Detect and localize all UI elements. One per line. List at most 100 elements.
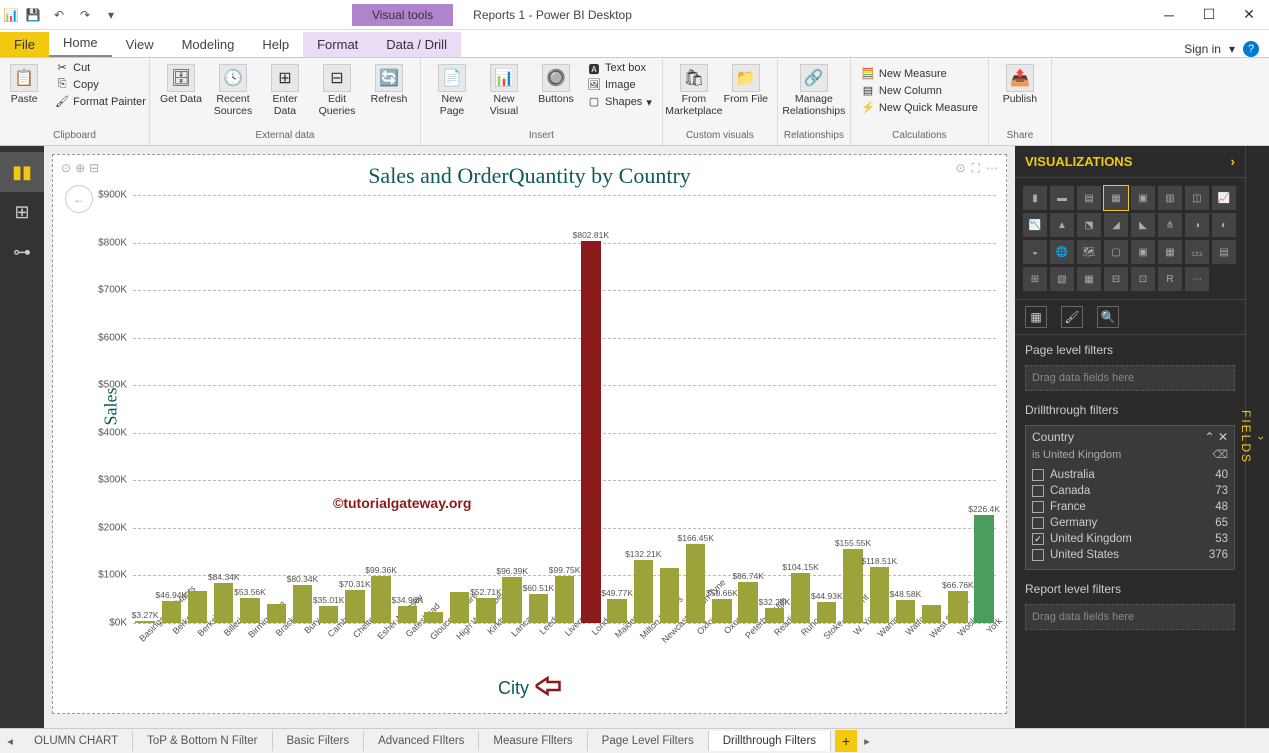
- viz-type-icon[interactable]: ▦: [1104, 186, 1128, 210]
- close-button[interactable]: ✕: [1229, 0, 1269, 30]
- drill-back-icon[interactable]: ←: [65, 185, 93, 213]
- analytics-tab[interactable]: 🔍: [1097, 306, 1119, 328]
- bar-cambridge[interactable]: $35.01KCambridge: [317, 195, 341, 623]
- bar-kirkby[interactable]: $52.71KKirkby: [474, 195, 498, 623]
- collapse-pane-icon[interactable]: ›: [1231, 154, 1235, 169]
- viz-type-icon[interactable]: ▬: [1050, 186, 1074, 210]
- sheet-tab-advanced-filters[interactable]: Advanced FIlters: [364, 731, 479, 751]
- drill-toggle-icon[interactable]: ⊕: [75, 161, 85, 175]
- viz-type-icon[interactable]: ▣: [1131, 186, 1155, 210]
- format-tab[interactable]: 🖌: [1061, 306, 1083, 328]
- checkbox-icon[interactable]: [1032, 469, 1044, 481]
- viz-type-icon[interactable]: ◫: [1185, 186, 1209, 210]
- textbox-button[interactable]: 🅰Text box: [583, 60, 656, 76]
- expand-icon[interactable]: ⊟: [89, 161, 99, 175]
- new-measure-button[interactable]: 🧮New Measure: [857, 66, 982, 82]
- help-icon[interactable]: ?: [1243, 41, 1259, 57]
- viz-type-icon[interactable]: ⬔: [1077, 213, 1101, 237]
- viz-type-icon[interactable]: R: [1158, 267, 1182, 291]
- bar-oxon[interactable]: $50.66KOxon: [710, 195, 734, 623]
- bar-leeds[interactable]: $60.51KLeeds: [526, 195, 550, 623]
- more-options-icon[interactable]: ⋯: [986, 161, 998, 176]
- bar-woolston[interactable]: $66.76KWoolston: [946, 195, 970, 623]
- viz-type-icon[interactable]: ⋯: [1185, 267, 1209, 291]
- recent-sources-button[interactable]: 🕓Recent Sources: [208, 60, 258, 121]
- viz-type-icon[interactable]: ▤: [1212, 240, 1236, 264]
- viz-type-icon[interactable]: 📉: [1023, 213, 1047, 237]
- bar-london[interactable]: $802.81KLondon: [579, 195, 603, 623]
- viz-type-icon[interactable]: ▢: [1104, 240, 1128, 264]
- tab-help[interactable]: Help: [248, 32, 303, 57]
- viz-type-icon[interactable]: ▥: [1158, 186, 1182, 210]
- paste-button[interactable]: 📋Paste: [0, 60, 49, 110]
- drill-down-icon[interactable]: ⊙: [956, 161, 966, 176]
- undo-icon[interactable]: ↶: [48, 4, 70, 26]
- checkbox-icon[interactable]: [1032, 517, 1044, 529]
- checkbox-icon[interactable]: ✓: [1032, 533, 1044, 545]
- manage-relationships-button[interactable]: 🔗Manage Relationships: [789, 60, 839, 121]
- bar-peterborough[interactable]: $86.74KPeterborough: [736, 195, 760, 623]
- tab-data-drill[interactable]: Data / Drill: [372, 32, 461, 57]
- bar-newcastle-upon-tyne[interactable]: Newcastle upon Tyne: [657, 195, 681, 623]
- viz-type-icon[interactable]: ▲: [1050, 213, 1074, 237]
- viz-type-icon[interactable]: ⊡: [1131, 267, 1155, 291]
- viz-type-icon[interactable]: ▧: [1050, 267, 1074, 291]
- report-view-icon[interactable]: ▮▮: [0, 152, 44, 192]
- viz-type-icon[interactable]: ▣: [1131, 240, 1155, 264]
- filter-item-united-kingdom[interactable]: ✓United Kingdom53: [1032, 531, 1228, 547]
- tab-modeling[interactable]: Modeling: [168, 32, 249, 57]
- sheet-tab-basic-filters[interactable]: Basic Filters: [273, 731, 365, 751]
- bar-basingstoke-hants[interactable]: $3.27KBasingstoke Hants: [133, 195, 157, 623]
- file-tab[interactable]: File: [0, 32, 49, 57]
- tab-home[interactable]: Home: [49, 30, 112, 57]
- bar-gateshead[interactable]: $34.96KGateshead: [395, 195, 419, 623]
- from-file-button[interactable]: 📁From File: [721, 60, 771, 110]
- remove-filter-icon[interactable]: ✕: [1218, 430, 1228, 444]
- enter-data-button[interactable]: ⊞Enter Data: [260, 60, 310, 121]
- bar-birmingham[interactable]: $53.56KBirmingham: [238, 195, 262, 623]
- bar-watford[interactable]: $48.58KWatford: [893, 195, 917, 623]
- viz-type-icon[interactable]: ▮: [1023, 186, 1047, 210]
- bar-cheltenham[interactable]: $70.31KCheltenham: [343, 195, 367, 623]
- add-sheet-button[interactable]: +: [835, 730, 857, 752]
- filter-item-united-states[interactable]: United States376: [1032, 547, 1228, 563]
- viz-type-icon[interactable]: ▦: [1077, 267, 1101, 291]
- save-icon[interactable]: 💾: [22, 4, 44, 26]
- filter-item-france[interactable]: France48: [1032, 499, 1228, 515]
- checkbox-icon[interactable]: [1032, 485, 1044, 497]
- sheet-next-icon[interactable]: ▸: [857, 734, 877, 748]
- bar-york[interactable]: $226.4KYork: [972, 195, 996, 623]
- redo-icon[interactable]: ↷: [74, 4, 96, 26]
- new-visual-button[interactable]: 📊New Visual: [479, 60, 529, 121]
- viz-type-icon[interactable]: ◑: [1185, 213, 1209, 237]
- country-filter-card[interactable]: Country ⌃ ✕ is United Kingdom ⌫ Australi…: [1025, 425, 1235, 570]
- focus-mode-icon[interactable]: ⛶: [972, 161, 980, 176]
- sheet-tab-measure-fllters[interactable]: Measure Fllters: [479, 731, 587, 751]
- filter-item-australia[interactable]: Australia40: [1032, 467, 1228, 483]
- cut-button[interactable]: ✂Cut: [51, 60, 150, 76]
- checkbox-icon[interactable]: [1032, 501, 1044, 513]
- signin-dropdown-icon[interactable]: ▾: [1229, 42, 1235, 56]
- bar-berkshire[interactable]: Berkshire: [185, 195, 209, 623]
- bar-lancaster[interactable]: $96.39KLancaster: [500, 195, 524, 623]
- bar-bracknell[interactable]: Bracknell: [264, 195, 288, 623]
- sheet-prev-icon[interactable]: ◂: [0, 734, 20, 748]
- sheet-tab-top-&-bottom-n-filter[interactable]: ToP & Bottom N Filter: [133, 731, 272, 751]
- sheet-tab-page-level-filters[interactable]: Page Level Filters: [588, 731, 709, 751]
- sheet-tab-drillthrough-filters[interactable]: Drillthrough Filters: [709, 731, 831, 751]
- fields-well-tab[interactable]: ▦: [1025, 306, 1047, 328]
- drill-up-icon[interactable]: ⊙: [61, 161, 71, 175]
- viz-type-icon[interactable]: ▦: [1158, 240, 1182, 264]
- collapse-filter-icon[interactable]: ⌃: [1205, 430, 1215, 444]
- bar-west-sussex[interactable]: West Sussex: [920, 195, 944, 623]
- bar-berks[interactable]: $46.94KBerks: [159, 195, 183, 623]
- viz-type-icon[interactable]: 📈: [1212, 186, 1236, 210]
- refresh-button[interactable]: 🔄Refresh: [364, 60, 414, 110]
- viz-type-icon[interactable]: ⊞: [1023, 267, 1047, 291]
- clear-filter-icon[interactable]: ⌫: [1212, 448, 1228, 461]
- bar-oxford[interactable]: $166.45KOxford: [684, 195, 708, 623]
- viz-type-icon[interactable]: 🗺: [1077, 240, 1101, 264]
- minimize-button[interactable]: ─: [1149, 0, 1189, 30]
- tab-view[interactable]: View: [112, 32, 168, 57]
- publish-button[interactable]: 📤Publish: [995, 60, 1045, 110]
